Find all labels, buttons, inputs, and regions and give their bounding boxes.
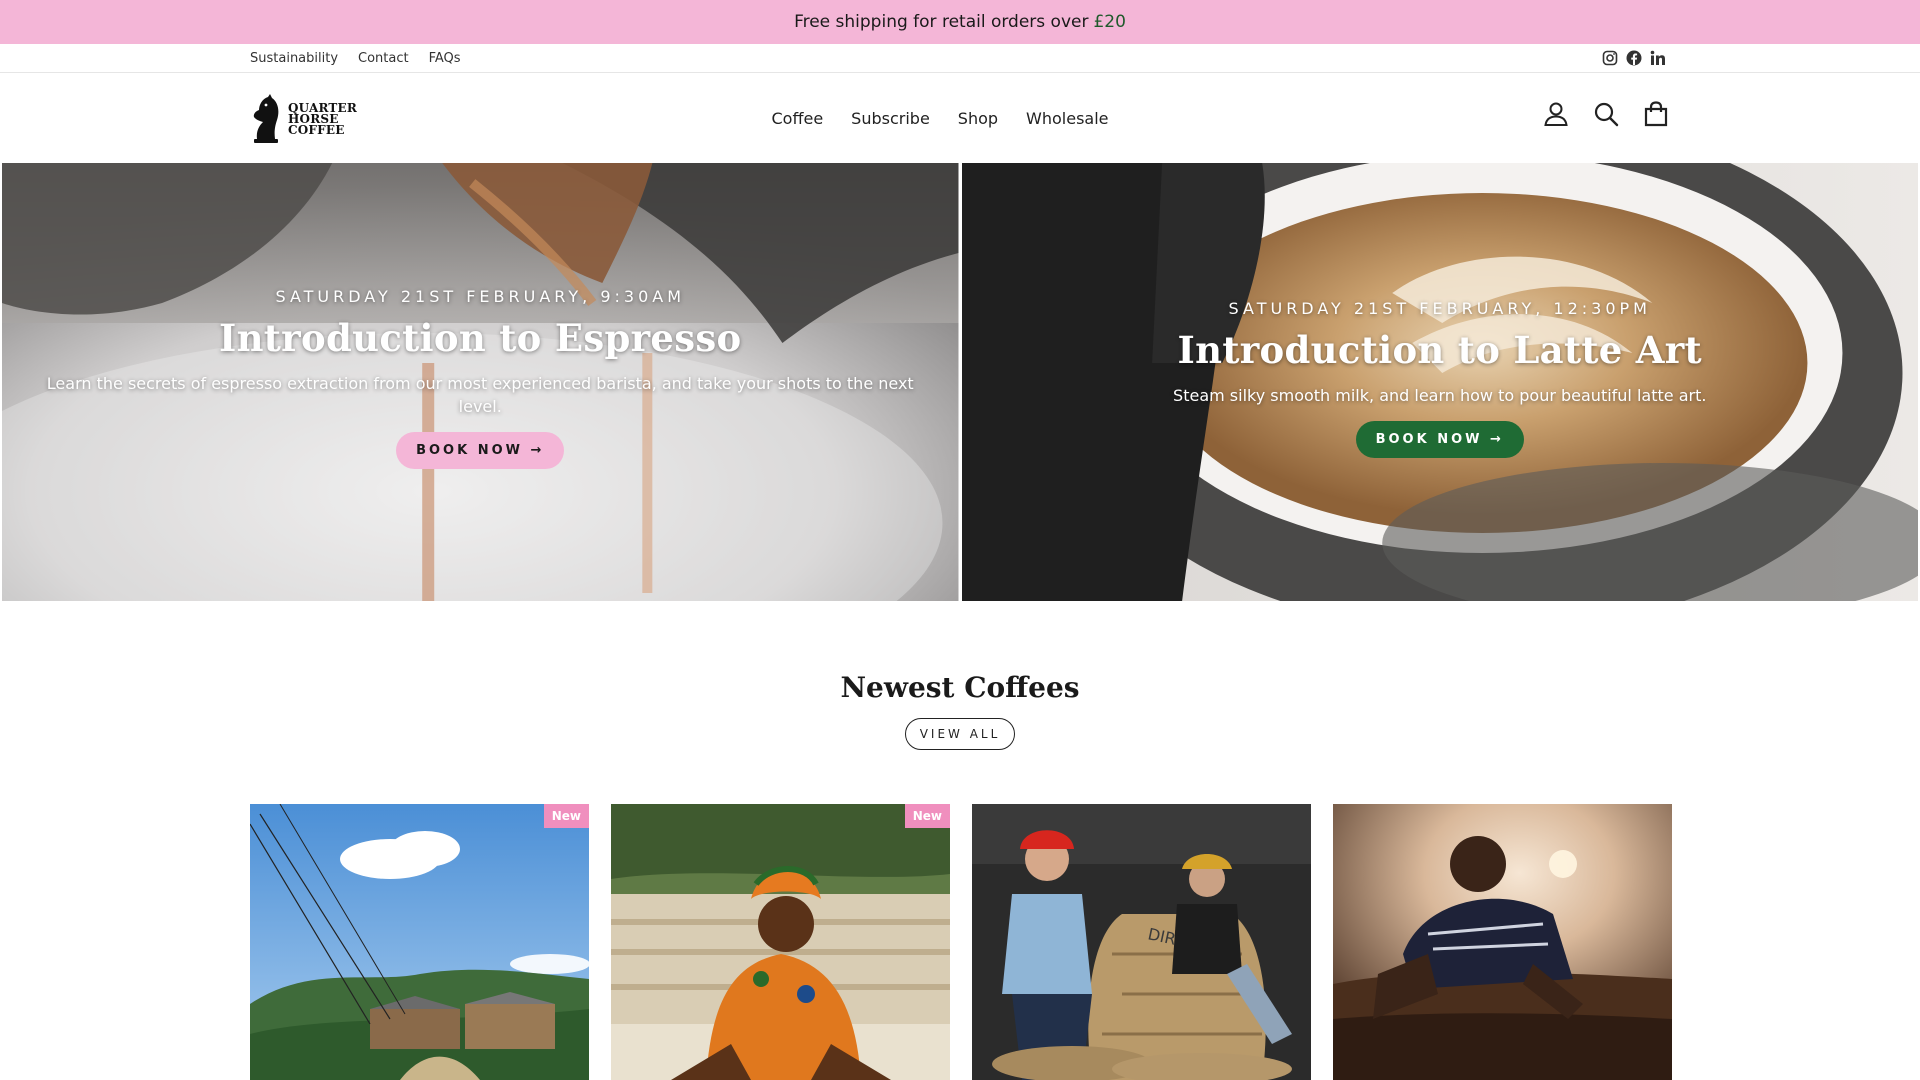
link-contact[interactable]: Contact — [358, 51, 409, 66]
espresso-book-now-button[interactable]: BOOK NOW → — [396, 432, 565, 469]
product-image — [250, 804, 589, 1080]
view-all-button[interactable]: VIEW ALL — [904, 718, 1016, 750]
logo-line: COFFEE — [288, 122, 345, 137]
newest-coffees-title: Newest Coffees — [840, 671, 1080, 704]
new-badge: New — [543, 804, 589, 828]
link-sustainability[interactable]: Sustainability — [250, 51, 338, 66]
espresso-title: Introduction to Espresso — [218, 316, 742, 360]
site-header: QUARTER HORSE COFFEE Coffee Subscribe Sh… — [0, 73, 1920, 163]
latte-art-title: Introduction to Latte Art — [1177, 328, 1702, 372]
site-logo[interactable]: QUARTER HORSE COFFEE — [250, 93, 357, 145]
hero-latte-art-panel: SATURDAY 21ST FEBRUARY, 12:30PM Introduc… — [961, 163, 1919, 601]
utility-links: Sustainability Contact FAQs — [250, 44, 461, 72]
product-image — [1333, 804, 1672, 1080]
utility-bar: Sustainability Contact FAQs — [0, 44, 1920, 73]
product-image — [611, 804, 950, 1080]
linkedin-icon[interactable] — [1650, 50, 1667, 66]
new-badge: New — [904, 804, 950, 828]
latte-art-content: SATURDAY 21ST FEBRUARY, 12:30PM Introduc… — [962, 299, 1919, 458]
cart-icon[interactable] — [1642, 100, 1670, 128]
announcement-text: Free shipping for retail orders over — [794, 12, 1089, 32]
latte-art-date: SATURDAY 21ST FEBRUARY, 12:30PM — [1228, 299, 1651, 318]
search-icon[interactable] — [1592, 100, 1620, 128]
latte-art-description: Steam silky smooth milk, and learn how t… — [1173, 386, 1707, 405]
product-grid: New New DIRECT — [250, 804, 1672, 1080]
instagram-icon[interactable] — [1602, 50, 1618, 66]
product-card[interactable]: New — [250, 804, 589, 1080]
nav-coffee[interactable]: Coffee — [772, 109, 824, 128]
product-card[interactable] — [1333, 804, 1672, 1080]
logo-wordmark: QUARTER HORSE COFFEE — [288, 102, 357, 137]
espresso-description: Learn the secrets of espresso extraction… — [46, 374, 914, 416]
header-actions — [1542, 100, 1670, 128]
espresso-content: SATURDAY 21ST FEBRUARY, 9:30AM Introduct… — [2, 287, 959, 469]
nav-wholesale[interactable]: Wholesale — [1026, 109, 1108, 128]
announcement-amount: £20 — [1093, 12, 1126, 32]
link-faqs[interactable]: FAQs — [429, 51, 461, 66]
hero-section: SATURDAY 21ST FEBRUARY, 9:30AM Introduct… — [0, 163, 1920, 601]
account-icon[interactable] — [1542, 100, 1570, 128]
hero-espresso-panel: SATURDAY 21ST FEBRUARY, 9:30AM Introduct… — [2, 163, 959, 601]
announcement-bar: Free shipping for retail orders over £20 — [0, 0, 1920, 44]
nav-subscribe[interactable]: Subscribe — [851, 109, 930, 128]
product-card[interactable]: New — [611, 804, 950, 1080]
knight-logo-icon — [253, 94, 279, 143]
facebook-icon[interactable] — [1626, 50, 1642, 66]
product-card[interactable]: DIRECT — [972, 804, 1311, 1080]
product-image: DIRECT — [972, 804, 1311, 1080]
latte-art-book-now-button[interactable]: BOOK NOW → — [1355, 421, 1524, 458]
espresso-date: SATURDAY 21ST FEBRUARY, 9:30AM — [275, 287, 685, 306]
social-links — [1602, 44, 1667, 72]
nav-shop[interactable]: Shop — [958, 109, 998, 128]
